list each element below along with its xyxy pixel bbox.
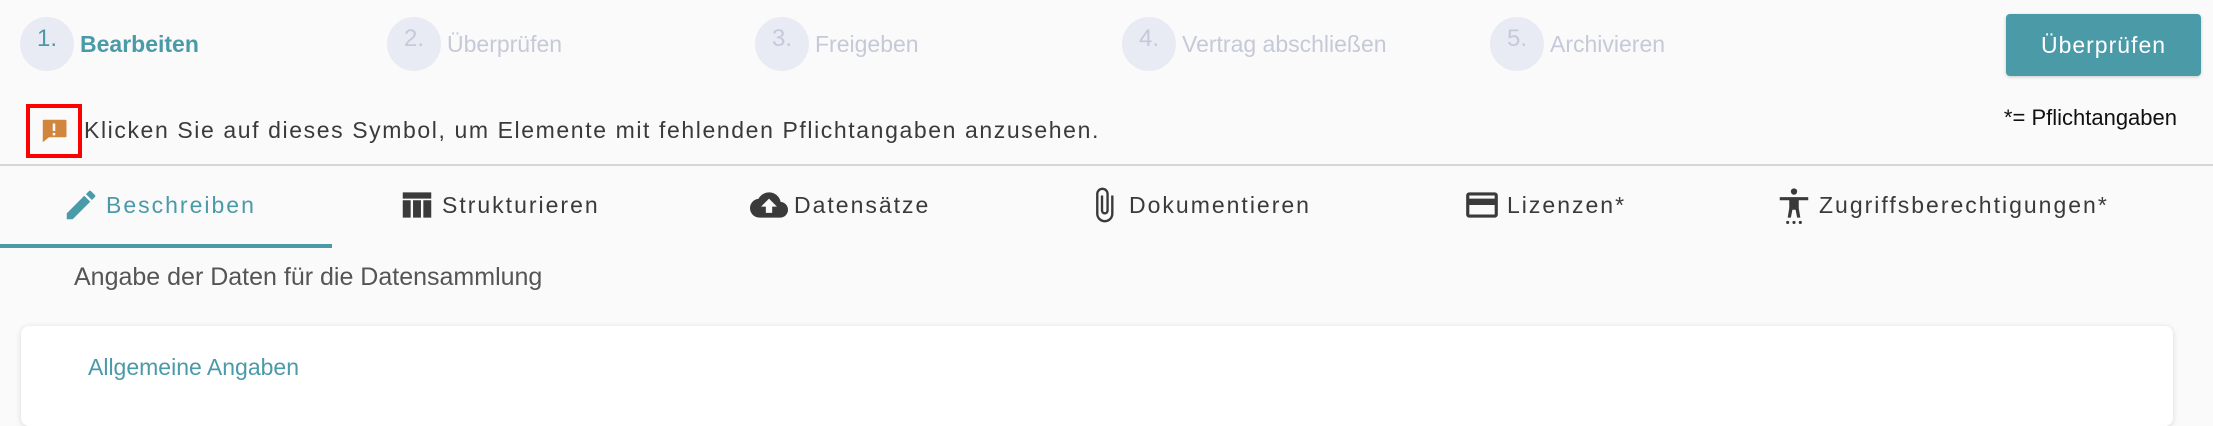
step-archive[interactable]: 5. Archivieren	[1490, 14, 1665, 74]
step-number: 4.	[1122, 17, 1176, 71]
tab-licenses[interactable]: Lizenzen*	[1463, 166, 1626, 244]
step-number: 2.	[387, 17, 441, 71]
missing-fields-button[interactable]	[26, 104, 82, 158]
step-contract[interactable]: 4. Vertrag abschließen	[1122, 14, 1387, 74]
tab-bar: Beschreiben Strukturieren Datensätze Dok…	[0, 166, 2213, 248]
tab-document[interactable]: Dokumentieren	[1085, 166, 1311, 244]
card-title[interactable]: Allgemeine Angaben	[88, 354, 299, 381]
pencil-icon	[66, 190, 96, 220]
tab-describe[interactable]: Beschreiben	[62, 166, 256, 244]
step-label: Freigeben	[815, 30, 919, 57]
tab-label: Lizenzen*	[1507, 191, 1627, 218]
table-icon	[402, 192, 432, 218]
tab-label: Zugriffsberechtigungen*	[1819, 191, 2109, 218]
tab-label: Datensätze	[794, 191, 931, 218]
section-description: Angabe der Daten für die Datensammlung	[74, 263, 543, 291]
tab-label: Beschreiben	[106, 191, 256, 218]
step-label: Vertrag abschließen	[1182, 30, 1387, 57]
paperclip-icon	[1096, 187, 1114, 223]
tab-access-rights[interactable]: Zugriffsberechtigungen*	[1775, 166, 2109, 244]
accessibility-icon	[1779, 188, 1809, 224]
step-release[interactable]: 3. Freigeben	[755, 14, 919, 74]
tab-label: Dokumentieren	[1129, 191, 1311, 218]
step-number: 5.	[1490, 17, 1544, 71]
review-button[interactable]: Überprüfen	[2006, 14, 2201, 76]
hint-text: Klicken Sie auf dieses Symbol, um Elemen…	[84, 117, 1100, 143]
step-review[interactable]: 2. Überprüfen	[387, 14, 562, 74]
tab-datasets[interactable]: Datensätze	[750, 166, 930, 244]
step-label: Bearbeiten	[80, 30, 199, 57]
stepper: 1. Bearbeiten 2. Überprüfen 3. Freigeben…	[0, 0, 2213, 90]
step-edit[interactable]: 1. Bearbeiten	[20, 14, 199, 74]
step-label: Archivieren	[1550, 30, 1666, 57]
cloud-upload-icon	[750, 192, 788, 218]
step-number: 3.	[755, 17, 809, 71]
required-note: *= Pflichtangaben	[2003, 105, 2177, 130]
tab-label: Strukturieren	[442, 191, 600, 218]
general-info-card: Allgemeine Angaben	[21, 326, 2173, 426]
active-tab-indicator	[0, 244, 332, 248]
comment-alert-icon	[42, 119, 67, 143]
step-number: 1.	[20, 17, 74, 71]
credit-card-icon	[1466, 192, 1498, 218]
tab-structure[interactable]: Strukturieren	[398, 166, 600, 244]
step-label: Überprüfen	[447, 30, 563, 57]
